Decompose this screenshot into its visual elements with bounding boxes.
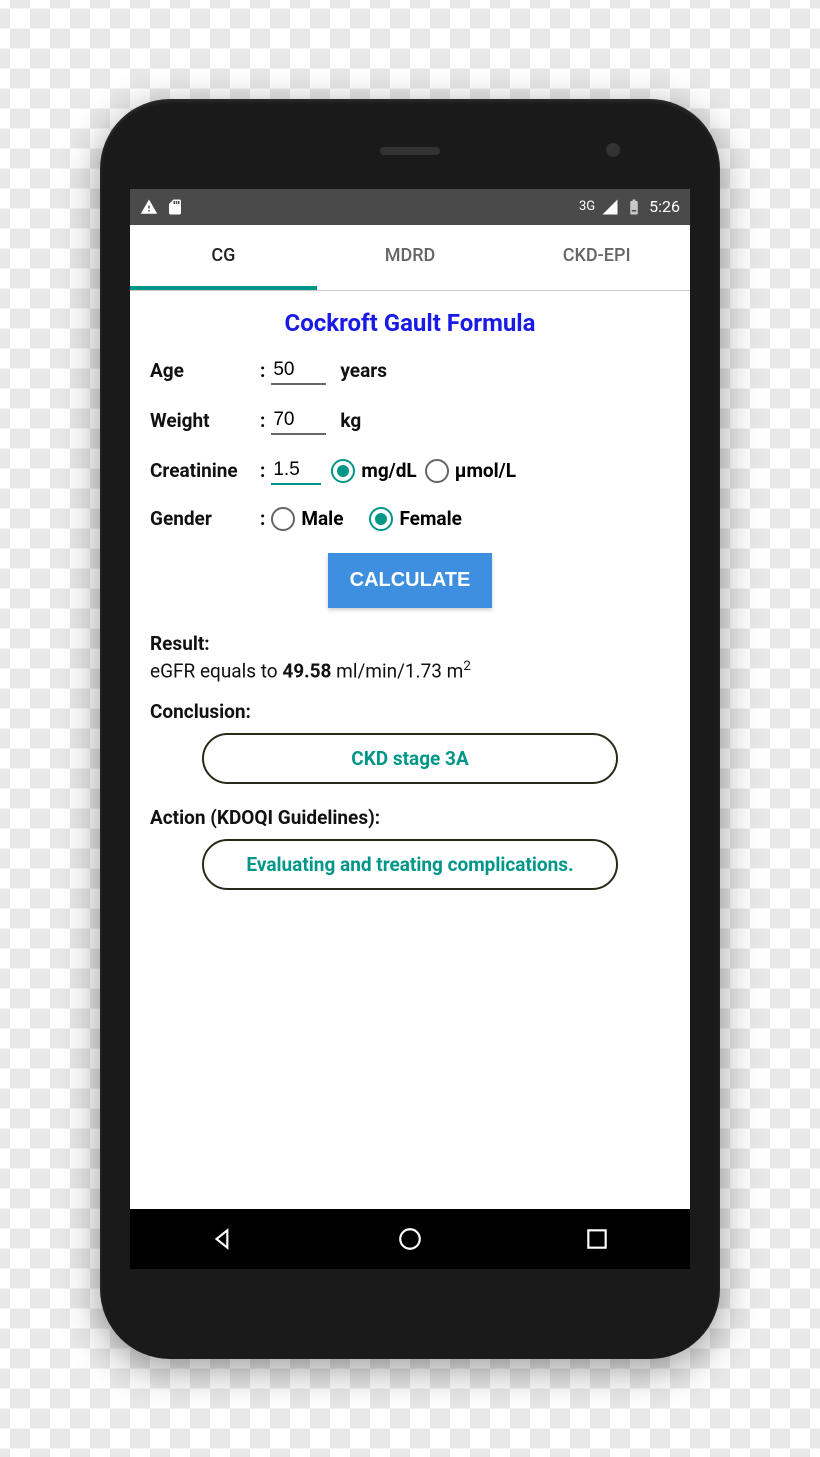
- home-icon[interactable]: [397, 1226, 423, 1252]
- unit-weight: kg: [340, 409, 361, 432]
- phone-frame: 3G 5:26 CG MDRD CKD-EPI Cockroft Gault F…: [100, 99, 720, 1359]
- label-male: Male: [301, 507, 343, 530]
- tab-cg[interactable]: CG: [130, 225, 317, 290]
- creatinine-units: mg/dL µmol/L: [331, 459, 516, 483]
- row-weight: Weight : kg: [150, 407, 670, 435]
- row-gender: Gender : Male Female: [150, 507, 670, 531]
- result-exponent: 2: [463, 659, 470, 674]
- conclusion-box: CKD stage 3A: [202, 733, 618, 784]
- result-value: 49.58: [282, 659, 331, 682]
- phone-camera: [606, 143, 620, 157]
- result-unit: ml/min/1.73 m: [331, 659, 463, 682]
- label-female: Female: [399, 507, 461, 530]
- label-weight: Weight: [150, 409, 260, 432]
- tabs: CG MDRD CKD-EPI: [130, 225, 690, 291]
- result-prefix: eGFR equals to: [150, 659, 282, 682]
- signal-icon: [601, 198, 619, 216]
- status-time: 5:26: [649, 197, 680, 216]
- radio-circle-icon: [369, 507, 393, 531]
- recent-apps-icon[interactable]: [584, 1226, 610, 1252]
- result-text: eGFR equals to 49.58 ml/min/1.73 m2: [150, 659, 670, 682]
- sd-card-icon: [166, 198, 184, 216]
- page-title: Cockroft Gault Formula: [150, 309, 670, 337]
- input-weight[interactable]: [271, 407, 326, 435]
- colon: :: [260, 459, 265, 482]
- status-bar: 3G 5:26: [130, 189, 690, 225]
- content: Cockroft Gault Formula Age : years Weigh…: [130, 291, 690, 1209]
- screen: 3G 5:26 CG MDRD CKD-EPI Cockroft Gault F…: [130, 189, 690, 1269]
- status-right: 3G 5:26: [579, 197, 680, 216]
- action-box: Evaluating and treating complications.: [202, 839, 618, 890]
- unit-age: years: [340, 359, 387, 382]
- row-creatinine: Creatinine : mg/dL µmol/L: [150, 457, 670, 485]
- row-age: Age : years: [150, 357, 670, 385]
- back-icon[interactable]: [210, 1226, 236, 1252]
- label-umoll: µmol/L: [455, 459, 516, 482]
- warning-icon: [140, 198, 158, 216]
- action-heading: Action (KDOQI Guidelines):: [150, 806, 670, 829]
- label-creatinine: Creatinine: [150, 459, 260, 482]
- label-mgdl: mg/dL: [361, 459, 416, 482]
- label-gender: Gender: [150, 507, 260, 530]
- input-age[interactable]: [271, 357, 326, 385]
- result-heading: Result:: [150, 632, 670, 655]
- gender-options: Male Female: [271, 507, 462, 531]
- radio-circle-icon: [425, 459, 449, 483]
- calculate-button[interactable]: CALCULATE: [328, 553, 493, 608]
- radio-circle-icon: [271, 507, 295, 531]
- colon: :: [260, 359, 265, 382]
- tab-mdrd[interactable]: MDRD: [317, 225, 504, 290]
- conclusion-heading: Conclusion:: [150, 700, 670, 723]
- label-age: Age: [150, 359, 260, 382]
- input-creatinine[interactable]: [271, 457, 321, 485]
- radio-umoll[interactable]: µmol/L: [425, 459, 516, 483]
- radio-mgdl[interactable]: mg/dL: [331, 459, 416, 483]
- tab-ckd-epi[interactable]: CKD-EPI: [503, 225, 690, 290]
- network-type: 3G: [579, 199, 595, 214]
- radio-female[interactable]: Female: [369, 507, 461, 531]
- android-nav-bar: [130, 1209, 690, 1269]
- battery-icon: [625, 198, 643, 216]
- colon: :: [260, 507, 265, 530]
- radio-male[interactable]: Male: [271, 507, 343, 531]
- phone-speaker: [380, 147, 440, 155]
- colon: :: [260, 409, 265, 432]
- status-left: [140, 198, 184, 216]
- radio-circle-icon: [331, 459, 355, 483]
